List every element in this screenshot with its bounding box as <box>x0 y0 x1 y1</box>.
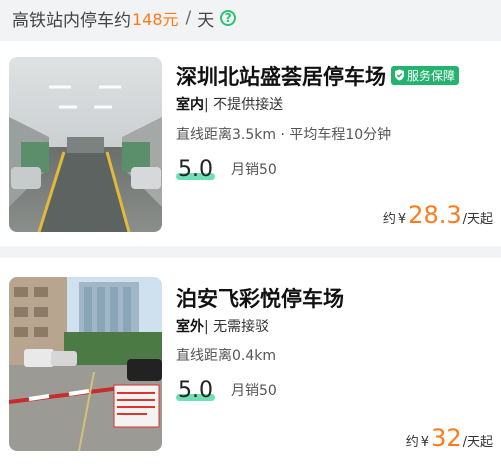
summary-prefix: 高铁站内停车约 <box>12 10 131 31</box>
location-type: 室内 <box>176 97 204 113</box>
listing-title[interactable]: 泊安飞彩悦停车场 <box>176 283 344 313</box>
price-unit: /天起 <box>462 212 493 227</box>
listing-title-text: 泊安飞彩悦停车场 <box>176 287 344 311</box>
listing-distance: 直线距离3.5km · 平均车程10分钟 <box>176 127 392 143</box>
listing-price: 约 ¥ 28.3 /天起 <box>383 201 493 229</box>
location-type: 室外 <box>176 319 204 335</box>
shield-check-icon <box>395 69 404 81</box>
rating-row: 5.0 月销50 <box>176 157 277 182</box>
summary-separator: / <box>185 8 192 28</box>
listing-price: 约 ¥ 32 /天起 <box>406 424 493 452</box>
listing-distance: 直线距离0.4km <box>176 348 277 364</box>
shuttle-service: | 无需接驳 <box>204 319 270 335</box>
price-value: 32 <box>431 424 462 452</box>
monthly-sales: 月销50 <box>231 383 277 399</box>
currency-symbol: ¥ <box>420 435 430 450</box>
outdoor-parking-image <box>9 277 162 451</box>
summary-price: 148元 <box>132 10 179 29</box>
listing-photo <box>9 277 162 451</box>
parking-listing-card[interactable]: 深圳北站盛荟居停车场 服务保障 室内| 不提供接送 直线距离3.5km · 平均车… <box>0 41 501 246</box>
indoor-garage-image <box>9 57 162 232</box>
service-guarantee-badge: 服务保障 <box>391 65 460 85</box>
rating-row: 5.0 月销50 <box>176 378 277 403</box>
currency-symbol: ¥ <box>397 212 407 227</box>
price-unit: /天起 <box>462 435 493 450</box>
listing-service-info: 室外| 无需接驳 <box>176 316 269 336</box>
listing-photo <box>9 57 162 232</box>
rating-score: 5.0 <box>178 378 213 403</box>
price-prefix: 约 <box>405 435 419 450</box>
listing-service-info: 室内| 不提供接送 <box>176 94 283 114</box>
summary-unit: 天 <box>197 10 215 31</box>
price-prefix: 约 <box>382 212 396 227</box>
listing-title-text: 深圳北站盛荟居停车场 <box>176 65 386 89</box>
rating-score: 5.0 <box>178 157 213 182</box>
badge-label: 服务保障 <box>407 68 456 83</box>
price-value: 28.3 <box>408 201 462 229</box>
parking-listing-card[interactable]: 泊安飞彩悦停车场 室外| 无需接驳 直线距离0.4km 5.0 月销50 约 ¥… <box>0 258 501 470</box>
help-icon[interactable]: ? <box>220 10 237 26</box>
monthly-sales: 月销50 <box>231 162 277 178</box>
shuttle-service: | 不提供接送 <box>204 97 284 113</box>
listing-title[interactable]: 深圳北站盛荟居停车场 服务保障 <box>176 61 460 91</box>
summary-header: 高铁站内停车约 148元 / 天 ? <box>0 0 501 36</box>
